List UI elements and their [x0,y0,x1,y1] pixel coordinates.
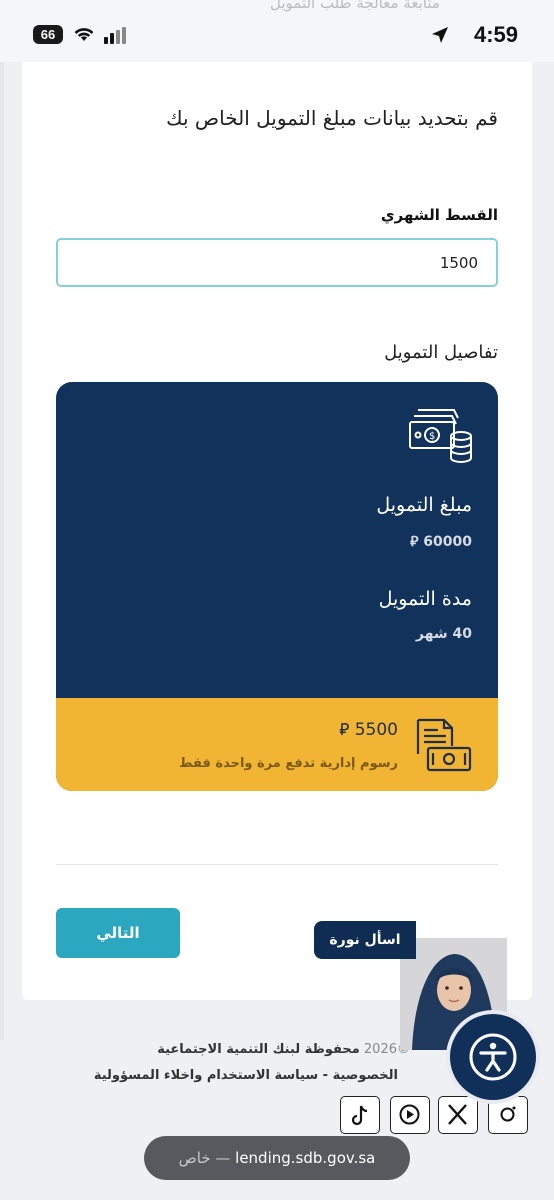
page-edge [0,40,4,1040]
financing-amount-value: 60000 ⃁ [410,534,472,550]
svg-text:$: $ [429,431,435,442]
battery-icon: 66 [33,25,63,44]
play-icon [399,1104,420,1125]
accessibility-icon [469,1033,517,1081]
wifi-icon [74,28,94,41]
private-label: — خاص [178,1149,231,1167]
youtube-link[interactable] [390,1096,430,1134]
admin-fee-amount: 5500 ⃁ [339,720,398,740]
copyright-text: محفوظة لبنك التنمية الاجتماعية [157,1042,360,1057]
divider [56,864,498,865]
signal-icon [104,27,126,44]
financing-amount-label: مبلغ التمويل [376,494,472,516]
x-link[interactable] [438,1096,478,1134]
form-heading: قم بتحديد بيانات مبلغ التمويل الخاص بك [166,106,498,130]
browser-address-bar[interactable]: lending.sdb.gov.sa — خاص [144,1136,410,1180]
scrolled-title-ghost: متابعة معالجة طلب التمويل [270,0,440,12]
financing-details-title: تفاصيل التمويل [384,342,498,363]
status-bar: متابعة معالجة طلب التمويل 66 4:59 [0,0,554,62]
tiktok-icon [351,1105,368,1126]
accessibility-button[interactable] [446,1010,540,1104]
financing-details-panel: $ مبلغ التمويل 60000 ⃁ مدة التمويل 40 شه… [56,382,498,791]
tiktok-link[interactable] [340,1096,380,1134]
cash-coins-icon: $ [409,409,472,463]
admin-fee-note: رسوم إدارية تدفع مرة واحدة فقط [179,756,398,771]
url-text: lending.sdb.gov.sa [235,1149,376,1167]
footer-copyright: ©2026 محفوظة لبنك التنمية الاجتماعية [157,1042,410,1057]
x-logo-icon [448,1104,467,1125]
monthly-installment-input[interactable] [56,238,498,287]
financing-duration-value: 40 شهر [415,626,472,642]
next-button[interactable]: التالي [56,908,180,958]
monthly-installment-label: القسط الشهري [380,206,498,224]
footer-links[interactable]: الخصوصية - سياسة الاستخدام واخلاء المسؤو… [94,1068,398,1083]
financing-form-card: قم بتحديد بيانات مبلغ التمويل الخاص بك ا… [22,62,532,1000]
clock: 4:59 [473,22,518,47]
invoice-cash-icon [416,718,472,772]
ask-noura-button[interactable]: اسأل نورة [314,921,416,959]
financing-duration-label: مدة التمويل [378,588,472,610]
location-arrow-icon [432,27,448,43]
admin-fee-strip: 5500 ⃁ رسوم إدارية تدفع مرة واحدة فقط [56,698,498,791]
